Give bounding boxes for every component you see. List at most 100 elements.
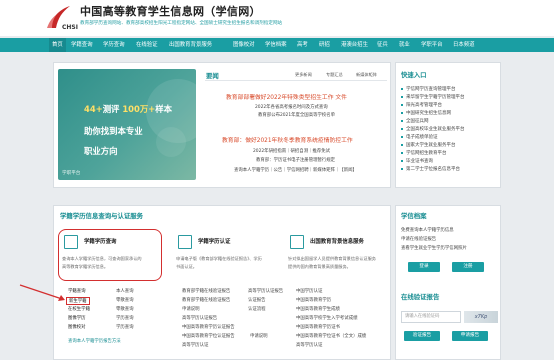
- news-link-topics[interactable]: 专题汇总: [326, 72, 343, 78]
- brand-en: CHSI: [62, 24, 78, 31]
- nav-item-xueji[interactable]: 学籍查询: [71, 38, 93, 52]
- table-cell[interactable]: 认证流程: [248, 306, 266, 312]
- quick-entry-title: 快速入口: [401, 71, 427, 79]
- news-line[interactable]: 2022年研招指南｜研招自测｜推荐免试: [253, 148, 330, 154]
- table-cell[interactable]: 本人查询: [116, 288, 134, 294]
- table-cell[interactable]: 图像学历: [68, 315, 86, 321]
- apply-report-button[interactable]: 申请报告: [452, 331, 488, 341]
- archive-line: 免费查询本人学籍学历信息: [401, 228, 454, 233]
- card-desc: 书面认证。: [176, 264, 197, 269]
- verify-report-button[interactable]: 验证报告: [404, 331, 440, 341]
- table-cell[interactable]: 零散查询: [116, 306, 134, 312]
- table-cell[interactable]: 学历查询: [116, 315, 134, 321]
- card-title-cert[interactable]: 学籍学历认证: [198, 237, 230, 245]
- quick-entry-item[interactable]: 毕业证书查询: [401, 158, 433, 164]
- site-subtitle: 教育部学历查询网站、教育部高校招生阳光工程指定网站、全国硕士研究生招生报名和调剂…: [80, 21, 283, 26]
- table-cell[interactable]: 中国高等教育学位证书（全文）成绩: [296, 333, 366, 339]
- nav-item-jiuye[interactable]: 就业: [399, 38, 410, 52]
- table-cell[interactable]: 中国高等教育学位认证报告: [182, 333, 235, 339]
- quick-entry-item[interactable]: 学信网学历查询管理平台: [401, 86, 456, 92]
- overseas-service-icon: [290, 235, 304, 249]
- news-headline-2[interactable]: 教育部：做好2021年秋冬季教育系统疫情防控工作: [222, 135, 353, 144]
- news-line[interactable]: 查询本人学籍学历｜公告｜学信网招聘｜新媒体矩阵｜【新闻】: [234, 167, 357, 173]
- news-line[interactable]: 教育部：学历证书电子注册管理暂行规定: [256, 157, 335, 163]
- quick-entry-item[interactable]: 阳光高考管理平台: [401, 102, 442, 108]
- table-cell[interactable]: 中国高等教育学历: [296, 297, 331, 303]
- table-cell[interactable]: 学籍查询: [68, 288, 86, 294]
- services-title: 学籍学历信息查询与认证服务: [60, 212, 144, 220]
- nav-item-zhengbing[interactable]: 征兵: [377, 38, 388, 52]
- card-desc: 针对拟出国留学人员提供教育背景信息认证服务: [288, 256, 376, 261]
- table-cell[interactable]: 图像校对: [68, 324, 86, 330]
- red-arrow-icon: [19, 284, 65, 301]
- table-cell[interactable]: 高等学历认证报告: [248, 288, 283, 294]
- login-button[interactable]: 登录: [408, 262, 440, 272]
- banner-footer: 学职平台: [62, 171, 81, 176]
- banner-line-2: 助你找到本专业: [84, 126, 143, 136]
- nav-item-yanzhao[interactable]: 研招: [319, 38, 330, 52]
- news-headline-1[interactable]: 教育部部署做好2022年特殊类型招生工作 文件: [226, 92, 347, 101]
- banner-line-1: 44+测评 100万+样本: [84, 104, 172, 114]
- archive-title: 学信档案: [401, 212, 427, 220]
- nav-item-image[interactable]: 图像校对: [233, 38, 255, 52]
- banner-line-3: 职业方向: [84, 146, 118, 156]
- nav-item-home[interactable]: 首页: [49, 38, 66, 52]
- quick-entry-item[interactable]: 全国征兵网: [401, 118, 429, 124]
- xueli-cert-icon: [178, 235, 192, 249]
- nav-item-xueli[interactable]: 学历查询: [103, 38, 125, 52]
- table-cell[interactable]: 教育部学籍在线验证报告: [182, 288, 230, 294]
- table-cell[interactable]: 认证报告: [248, 297, 266, 303]
- card-desc: 申请电子版《教育部学籍在线验证报告》、学历: [176, 256, 262, 261]
- table-cell[interactable]: 申请说明: [250, 333, 268, 339]
- report-method-link[interactable]: 查询本人学籍学历报告方法: [68, 338, 121, 344]
- archive-line: 查看学生就业学生学历学信网照片: [401, 246, 467, 251]
- site-header: CHSI 中国高等教育学生信息网（学信网） 教育部学历查询网站、教育部高校招生阳…: [0, 0, 554, 36]
- site-title: 中国高等教育学生信息网（学信网）: [80, 5, 261, 18]
- page: CHSI 中国高等教育学生信息网（学信网） 教育部学历查询网站、教育部高校招生阳…: [0, 0, 554, 360]
- captcha-image[interactable]: x7Kp: [464, 311, 498, 323]
- news-divider: [205, 80, 387, 81]
- quick-entry-item[interactable]: 电子成绩单验证: [401, 134, 438, 140]
- table-cell[interactable]: 零散查询: [116, 297, 134, 303]
- table-cell[interactable]: 中国高等学校学生入学考试成绩: [296, 315, 357, 321]
- table-cell[interactable]: 高等学历认证报告: [182, 315, 217, 321]
- table-cell[interactable]: 学历查询: [116, 324, 134, 330]
- nav-item-overseas[interactable]: 出国教育背景服务: [169, 38, 212, 52]
- main-nav: 首页 学籍查询 学历查询 在线验证 出国教育背景服务 图像校对 学信档案 高考 …: [0, 38, 554, 52]
- verify-code-input[interactable]: 请输入在线验证码: [401, 311, 461, 323]
- quick-entry-item[interactable]: 全国高校毕业生就业服务平台: [401, 126, 465, 132]
- card-desc: 提供的国内教育背景高质量服务。: [288, 264, 351, 269]
- nav-item-archive[interactable]: 学信档案: [265, 38, 287, 52]
- card-title-overseas[interactable]: 出国教育背景信息服务: [310, 237, 364, 245]
- table-cell[interactable]: 中国学历认证: [296, 288, 322, 294]
- table-cell[interactable]: 高等学历认证: [296, 342, 322, 348]
- register-button[interactable]: 注册: [452, 262, 484, 272]
- nav-item-hmt[interactable]: 港澳台招生: [341, 38, 368, 52]
- quick-entry-item[interactable]: 第二学士学位报名信息平台: [401, 166, 460, 172]
- nav-item-online-verify[interactable]: 在线验证: [136, 38, 158, 52]
- news-line[interactable]: 教育部公布2021年度全国高等学校名单: [258, 112, 335, 118]
- new-student-link[interactable]: 新生学籍: [66, 297, 90, 305]
- table-cell[interactable]: 中国高等教育学生成绩: [296, 306, 340, 312]
- table-cell[interactable]: 高等学历认证: [182, 342, 208, 348]
- table-cell[interactable]: 教育部学籍在线验证报告: [182, 297, 230, 303]
- table-cell[interactable]: 中国高等教育学历证书: [296, 324, 340, 330]
- table-cell[interactable]: 中国高等教育学历认证报告: [182, 324, 235, 330]
- news-line[interactable]: 2022年各省高考报名时间及方式查询: [255, 104, 328, 110]
- news-title: 要闻: [206, 72, 219, 80]
- highlight-box: [58, 229, 162, 281]
- career-test-banner[interactable]: 44+测评 100万+样本 助你找到本专业 职业方向 学职平台: [58, 69, 196, 180]
- news-link-media[interactable]: 新媒体矩阵: [356, 72, 377, 78]
- table-cell[interactable]: 在校生学籍: [68, 306, 90, 312]
- nav-item-japan[interactable]: 日本频道: [453, 38, 475, 52]
- quick-entry-item[interactable]: 来华留学生学籍学历管理平台: [401, 94, 465, 100]
- archive-line: 申请在线验证报告: [401, 237, 437, 242]
- table-cell[interactable]: 申请说明: [182, 306, 200, 312]
- quick-entry-item[interactable]: 中国研究生招生信息网: [401, 110, 451, 116]
- quick-entry-item[interactable]: 学信网招生教育平台: [401, 150, 447, 156]
- nav-item-career[interactable]: 学职平台: [421, 38, 443, 52]
- news-link-more[interactable]: 更多新闻: [295, 72, 312, 78]
- banner-decoration-small: [156, 127, 186, 157]
- quick-entry-item[interactable]: 国家大学生就业服务平台: [401, 142, 456, 148]
- nav-item-gaokao[interactable]: 高考: [297, 38, 308, 52]
